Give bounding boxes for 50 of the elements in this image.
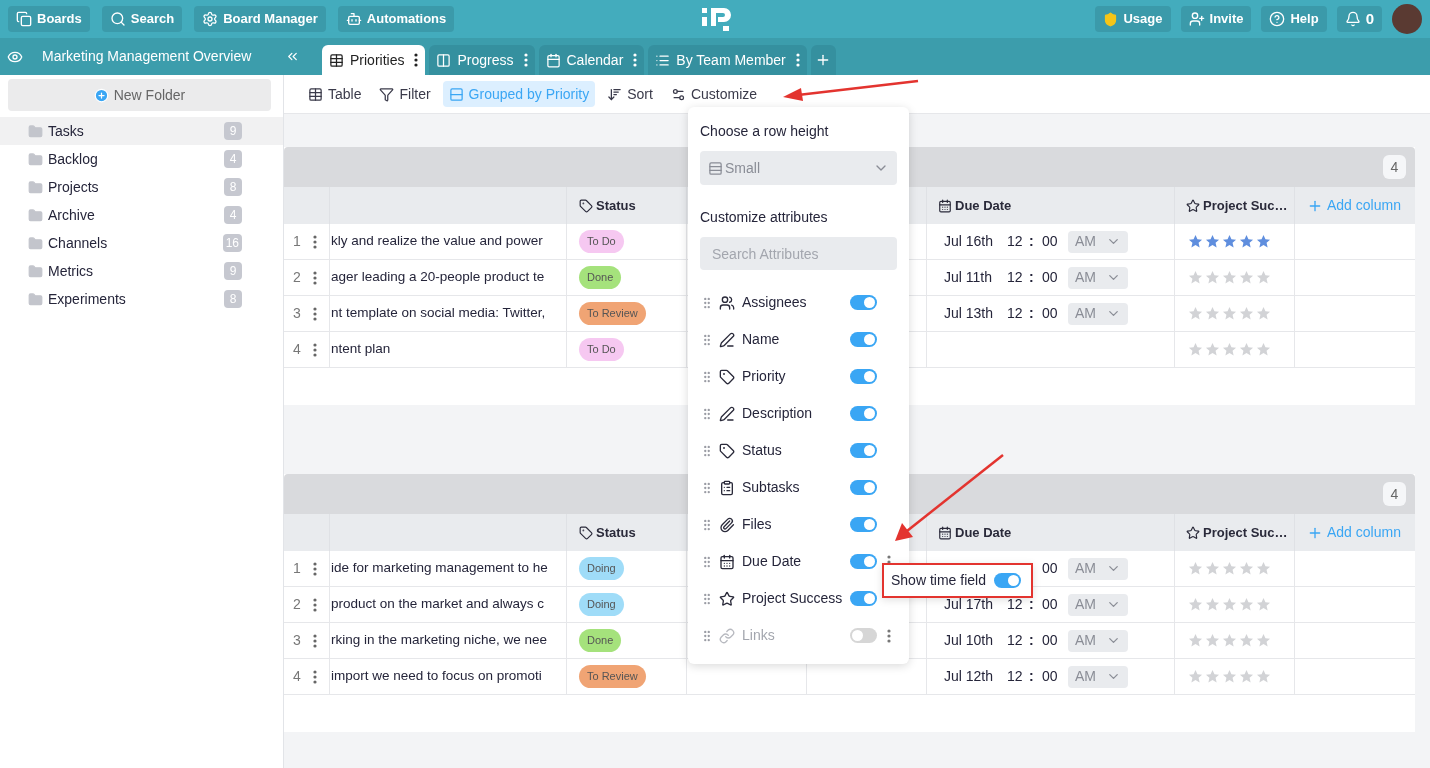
attribute-name: Status — [742, 441, 783, 460]
count-badge: 4 — [224, 206, 242, 224]
count-badge: 16 — [222, 234, 242, 252]
folder-name: Archive — [48, 205, 96, 225]
row-number: 4 — [293, 667, 301, 686]
attribute-name: Project Success — [742, 589, 844, 608]
task-name: rking in the marketing niche, we nee — [331, 631, 548, 650]
attribute-name: Subtasks — [742, 478, 801, 497]
task-name: nt template on social media: Twitter, — [331, 304, 546, 323]
attribute-name: Due Date — [742, 552, 803, 571]
group-count: 4 — [1383, 155, 1406, 179]
time-separator: : — [1029, 632, 1034, 648]
task-name: product on the market and always c — [331, 595, 545, 614]
task-name: kly and realize the value and power — [331, 232, 543, 251]
folder-name: Tasks — [48, 121, 85, 141]
task-name: ager leading a 20-people product te — [331, 268, 545, 287]
attribute-name: Assignees — [742, 293, 808, 312]
row-number: 3 — [293, 304, 301, 323]
popup-label: Show time field — [891, 571, 986, 590]
attribute-name: Description — [742, 404, 814, 423]
board-title: Marketing Management Overview — [42, 47, 252, 66]
task-name: ntent plan — [331, 340, 391, 359]
attribute-name: Links — [742, 626, 776, 645]
folder-name: Backlog — [48, 149, 99, 169]
folder-name: Experiments — [48, 289, 127, 309]
row-number: 2 — [293, 268, 301, 287]
row-number: 4 — [293, 340, 301, 359]
attribute-name: Files — [742, 515, 773, 534]
attribute-name: Name — [742, 330, 781, 349]
section-title: Customize attributes — [700, 208, 829, 227]
row-number: 3 — [293, 631, 301, 650]
time-separator: : — [1029, 305, 1034, 321]
row-number: 2 — [293, 595, 301, 614]
count-badge: 8 — [224, 290, 242, 308]
group-count: 4 — [1383, 482, 1406, 506]
attribute-name: Priority — [742, 367, 787, 386]
row-number: 1 — [293, 232, 301, 251]
task-name: ide for marketing management to he — [331, 559, 548, 578]
task-name: import we need to focus on promoti — [331, 667, 542, 686]
time-separator: : — [1029, 596, 1034, 612]
count-badge: 4 — [224, 150, 242, 168]
folder-name: Channels — [48, 233, 109, 253]
count-badge: 8 — [224, 178, 242, 196]
row-number: 1 — [293, 559, 301, 578]
section-title: Choose a row height — [700, 122, 830, 141]
time-separator: : — [1029, 668, 1034, 684]
time-separator: : — [1029, 269, 1034, 285]
folder-name: Projects — [48, 177, 100, 197]
folder-name: Metrics — [48, 261, 95, 281]
time-separator: : — [1029, 233, 1034, 249]
